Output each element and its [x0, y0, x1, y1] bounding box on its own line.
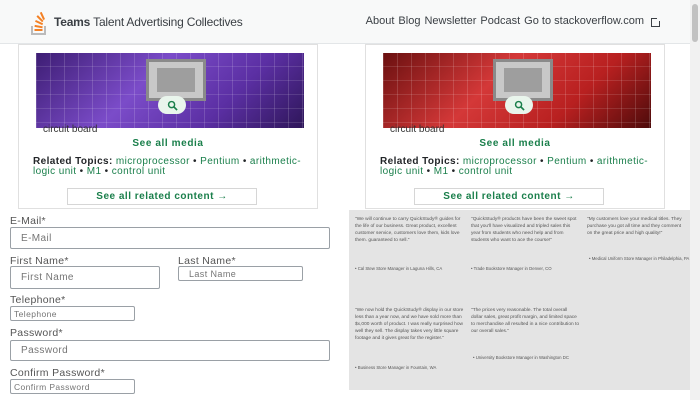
first-name-field[interactable] [10, 266, 160, 289]
topic-link-control-unit[interactable]: control unit [459, 166, 513, 177]
cpu-chip-graphic [493, 59, 553, 101]
testimonial-attribution: • Business Store Manager in Fountain, WA [355, 365, 437, 370]
related-topics: Related Topics: microprocessor • Pentium… [380, 156, 648, 177]
testimonial-attribution: • Trade Bookstore Manager in Denver, CO [471, 266, 552, 271]
testimonial-quote: "We will continue to carry QuickStudy® g… [355, 217, 461, 243]
nav-stackoverflow-link[interactable]: Go to stackoverflow.com [524, 15, 644, 27]
registration-form: E-Mail* First Name* Last Name* Telephone… [0, 210, 345, 400]
testimonial-attribution: • Cal Stew Store Manager in Laguna Hills… [355, 266, 443, 271]
page-scrollbar[interactable] [690, 0, 700, 400]
nav-about-link[interactable]: About [366, 15, 395, 27]
confirm-password-label: Confirm Password* [10, 367, 105, 379]
brand-name[interactable]: Teams Talent Advertising Collectives [54, 15, 243, 29]
topic-link-pentium[interactable]: Pentium [200, 156, 240, 167]
image-caption: circuit board [43, 124, 98, 135]
media-card-right: circuit board See all media Related Topi… [365, 44, 665, 209]
zoom-icon[interactable] [505, 96, 533, 114]
nav-newsletter-link[interactable]: Newsletter [424, 15, 476, 27]
zoom-icon[interactable] [158, 96, 186, 114]
related-topics: Related Topics: microprocessor • Pentium… [33, 156, 301, 177]
password-label: Password* [10, 327, 63, 339]
testimonial-quote: "QuickStudy® products have been the swee… [471, 217, 577, 243]
cpu-chip-graphic [146, 59, 206, 101]
top-navigation-bar: Teams Talent Advertising Collectives Abou… [0, 0, 700, 44]
testimonial-quote: "The prices very reasonable. The total o… [471, 308, 579, 334]
circuit-board-image[interactable] [36, 53, 304, 128]
confirm-password-field[interactable] [10, 379, 135, 394]
topic-link-m1[interactable]: M1 [87, 166, 102, 177]
last-name-field[interactable] [178, 266, 303, 281]
brand-products: Talent Advertising Collectives [93, 15, 243, 29]
see-all-related-button[interactable]: See all related content → [67, 188, 257, 205]
testimonial-quote: "We now hold the QuickStudy® display in … [355, 308, 464, 341]
see-all-media-link[interactable]: See all media [366, 138, 664, 149]
media-card-left: circuit board See all media Related Topi… [18, 44, 318, 209]
testimonial-attribution: • University Bookstore Manager in Washin… [473, 355, 569, 360]
password-field[interactable] [10, 340, 330, 361]
email-field[interactable] [10, 227, 330, 249]
nav-podcast-link[interactable]: Podcast [480, 15, 520, 27]
circuit-board-image[interactable] [383, 53, 651, 128]
top-nav-links: About Blog Newsletter Podcast Go to stac… [366, 15, 661, 27]
external-link-icon[interactable] [651, 16, 661, 27]
telephone-label: Telephone* [10, 294, 66, 306]
topic-link-pentium[interactable]: Pentium [547, 156, 587, 167]
image-caption: circuit board [390, 124, 445, 135]
testimonials-panel: "We will continue to carry QuickStudy® g… [349, 210, 690, 390]
testimonial-attribution: • Medical Uniform Store Manager in Phila… [589, 256, 690, 261]
scrollbar-thumb[interactable] [692, 4, 698, 42]
email-label: E-Mail* [10, 215, 46, 227]
see-all-related-button[interactable]: See all related content → [414, 188, 604, 205]
brand-bold: Teams [54, 15, 91, 29]
topic-link-control-unit[interactable]: control unit [112, 166, 166, 177]
see-all-media-link[interactable]: See all media [19, 138, 317, 149]
topic-link-m1[interactable]: M1 [434, 166, 449, 177]
testimonial-quote: "My customers love your medical titles. … [587, 217, 682, 236]
nav-blog-link[interactable]: Blog [398, 15, 420, 27]
telephone-field[interactable] [10, 306, 135, 321]
stack-overflow-logo-icon[interactable] [30, 8, 48, 36]
